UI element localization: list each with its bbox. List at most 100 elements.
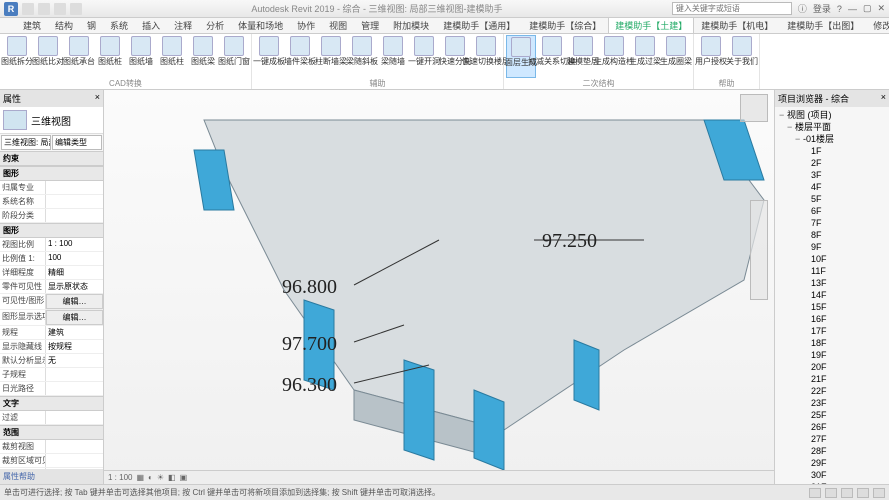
ribbon-扣减关系切换[interactable]: 扣减关系切换 — [537, 35, 567, 78]
shadows-icon[interactable]: ◧ — [168, 473, 176, 482]
tree-twisty-icon[interactable]: − — [795, 133, 803, 145]
tree-node[interactable]: 25F — [777, 409, 887, 421]
prop-category[interactable]: 约束 — [0, 151, 103, 166]
tab-6[interactable]: 分析 — [199, 17, 231, 33]
tree-node[interactable]: 4F — [777, 181, 887, 193]
tree-twisty-icon[interactable]: − — [779, 109, 787, 121]
qat-open-icon[interactable] — [22, 3, 34, 15]
tab-4[interactable]: 插入 — [135, 17, 167, 33]
prop-value[interactable] — [46, 411, 103, 424]
tab-12[interactable]: 建模助手【通用】 — [436, 17, 522, 33]
close-icon[interactable]: ✕ — [877, 3, 885, 14]
view-instance-selector[interactable]: 三维视图: 局部三维视… — [1, 135, 51, 150]
navigation-bar[interactable] — [750, 200, 768, 300]
ribbon-图纸承台[interactable]: 图纸承台 — [64, 35, 94, 78]
prop-value[interactable]: 显示原状态 — [46, 280, 103, 293]
tree-node[interactable]: 22F — [777, 385, 887, 397]
tree-node[interactable]: 10F — [777, 253, 887, 265]
browser-close-icon[interactable]: × — [881, 92, 886, 105]
tab-0[interactable]: 建筑 — [16, 17, 48, 33]
search-input[interactable] — [672, 2, 792, 15]
ribbon-图纸门窗[interactable]: 图纸门窗 — [219, 35, 249, 78]
prop-value[interactable] — [46, 440, 103, 453]
tree-node[interactable]: 8F — [777, 229, 887, 241]
detail-level-icon[interactable]: ▦ — [136, 473, 144, 482]
selection-filter-icon[interactable] — [841, 488, 853, 498]
tree-node[interactable]: 18F — [777, 337, 887, 349]
tree-node[interactable]: 28F — [777, 445, 887, 457]
login-link[interactable]: 登录 — [813, 2, 831, 15]
ribbon-墙件梁板[interactable]: 墙件梁板 — [285, 35, 315, 78]
prop-value[interactable]: 编辑… — [46, 310, 103, 325]
tree-node[interactable]: 11F — [777, 265, 887, 277]
tree-node[interactable]: 19F — [777, 349, 887, 361]
minimize-icon[interactable]: — — [848, 4, 857, 14]
prop-value[interactable]: 无 — [46, 354, 103, 367]
prop-value[interactable]: 1 : 100 — [46, 238, 103, 251]
tab-9[interactable]: 视图 — [322, 17, 354, 33]
tree-node[interactable]: 6F — [777, 205, 887, 217]
tab-14[interactable]: 建模助手【土建】 — [608, 17, 694, 33]
tree-node[interactable]: −楼层平面 — [777, 121, 887, 133]
prop-category[interactable]: 范围 — [0, 425, 103, 440]
properties-close-icon[interactable]: × — [95, 92, 100, 105]
tree-node[interactable]: 23F — [777, 397, 887, 409]
prop-value[interactable]: 精细 — [46, 266, 103, 279]
maximize-icon[interactable]: ▢ — [863, 3, 872, 14]
tab-15[interactable]: 建模助手【机电】 — [694, 17, 780, 33]
app-logo[interactable]: R — [4, 2, 18, 16]
tab-7[interactable]: 体量和场地 — [231, 17, 290, 33]
tree-node[interactable]: 26F — [777, 421, 887, 433]
ribbon-图纸比对[interactable]: 图纸比对 — [33, 35, 63, 78]
dimension-label[interactable]: 97.250 — [542, 230, 597, 253]
tab-3[interactable]: 系统 — [103, 17, 135, 33]
properties-type[interactable]: 三维视图 — [0, 107, 103, 134]
info-icon[interactable]: ⓘ — [798, 2, 807, 15]
tab-2[interactable]: 钢 — [80, 17, 103, 33]
tab-11[interactable]: 附加模块 — [386, 17, 436, 33]
dimension-label[interactable]: 96.300 — [282, 374, 337, 397]
qat-redo-icon[interactable] — [70, 3, 82, 15]
tree-node[interactable]: −-01楼层 — [777, 133, 887, 145]
prop-value[interactable] — [46, 181, 103, 194]
prop-category[interactable]: 图形 — [0, 223, 103, 238]
tree-twisty-icon[interactable]: − — [787, 121, 795, 133]
tree-node[interactable]: 7F — [777, 217, 887, 229]
prop-value[interactable] — [46, 454, 103, 467]
ribbon-梁随墙[interactable]: 梁随墙 — [378, 35, 408, 78]
tree-node[interactable]: 15F — [777, 301, 887, 313]
properties-help-link[interactable]: 属性帮助 — [0, 469, 103, 484]
visual-style-icon[interactable]: ◐ — [148, 473, 153, 482]
tab-17[interactable]: 修改 — [866, 17, 889, 33]
tree-node[interactable]: 1F — [777, 145, 887, 157]
ribbon-用户授权[interactable]: 用户授权 — [696, 35, 726, 78]
ribbon-图纸拆分[interactable]: 图纸拆分 — [2, 35, 32, 78]
worksets-icon[interactable] — [809, 488, 821, 498]
ribbon-图纸梁[interactable]: 图纸梁 — [188, 35, 218, 78]
prop-value[interactable] — [46, 368, 103, 381]
qat-undo-icon[interactable] — [54, 3, 66, 15]
tab-1[interactable]: 结构 — [48, 17, 80, 33]
crop-icon[interactable]: ▣ — [180, 473, 188, 482]
ribbon-生成圈梁[interactable]: 生成圈梁 — [661, 35, 691, 78]
dimension-label[interactable]: 97.700 — [282, 333, 337, 356]
tree-node[interactable]: 17F — [777, 325, 887, 337]
ribbon-梁随斜板[interactable]: 梁随斜板 — [347, 35, 377, 78]
prop-value[interactable]: 建筑 — [46, 326, 103, 339]
tree-node[interactable]: 13F — [777, 277, 887, 289]
tab-16[interactable]: 建模助手【出图】 — [780, 17, 866, 33]
edit-type-button[interactable]: 编辑类型 — [52, 135, 102, 150]
prop-value[interactable] — [46, 195, 103, 208]
qat-save-icon[interactable] — [38, 3, 50, 15]
select-links-icon[interactable] — [857, 488, 869, 498]
tree-node[interactable]: 2F — [777, 157, 887, 169]
tree-node[interactable]: 9F — [777, 241, 887, 253]
tab-13[interactable]: 建模助手【综合】 — [522, 17, 608, 33]
ribbon-一键成板[interactable]: 一键成板 — [254, 35, 284, 78]
tab-5[interactable]: 注释 — [167, 17, 199, 33]
tree-node[interactable]: −视图 (项目) — [777, 109, 887, 121]
ribbon-关于我们[interactable]: 关于我们 — [727, 35, 757, 78]
tree-node[interactable]: 31F — [777, 481, 887, 484]
design-options-icon[interactable] — [825, 488, 837, 498]
tree-node[interactable]: 16F — [777, 313, 887, 325]
